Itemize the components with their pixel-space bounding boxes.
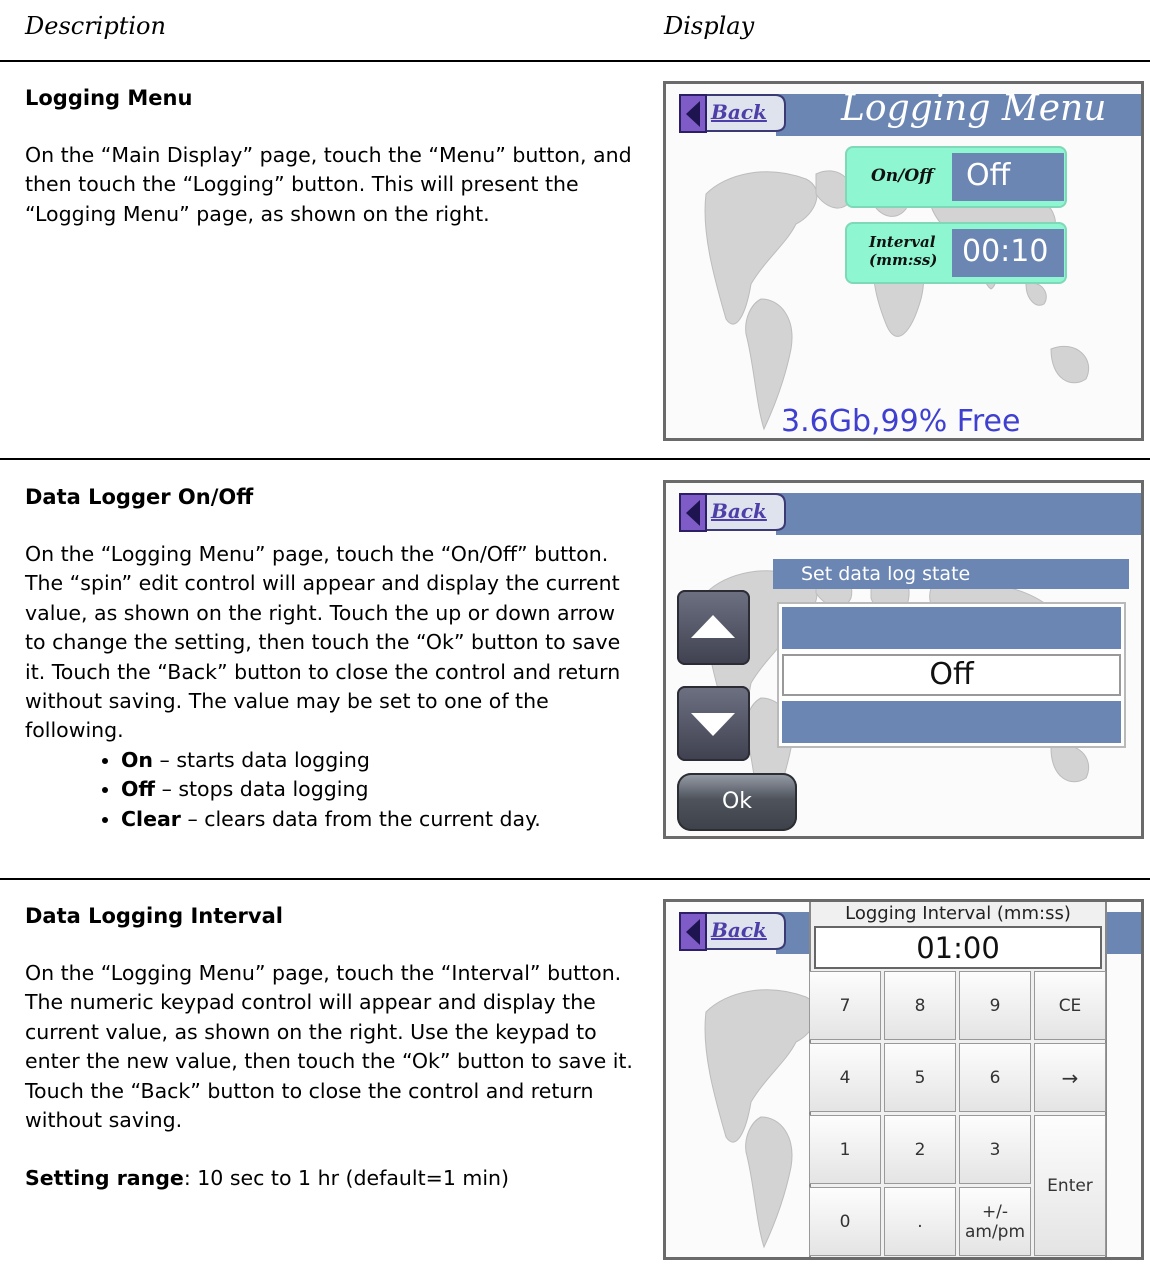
key-right-arrow[interactable]: → [1034,1043,1106,1112]
key-sign-label: +/- [981,1201,1009,1222]
title-bar [776,493,1141,535]
back-button[interactable]: Back [674,91,787,136]
list-item: Off – stops data logging [121,775,635,804]
key-9[interactable]: 9 [959,971,1031,1040]
option-text: – stops data logging [155,777,369,802]
section-title: Data Logging Interval [25,904,283,928]
back-button[interactable]: Back [674,490,787,535]
ok-button[interactable]: Ok [677,773,797,831]
up-arrow-button[interactable] [677,590,750,665]
display-column-header: Display [664,12,755,40]
option-term: Clear [121,806,181,831]
section-data-logging-interval: Data Logging Interval On the “Logging Me… [25,901,635,1194]
key-6[interactable]: 6 [959,1043,1031,1112]
back-label: Back [711,499,767,523]
section-data-logger-onoff: Data Logger On/Off On the “Logging Menu”… [25,482,635,834]
option-text: – clears data from the current day. [180,806,541,831]
up-arrow-icon [691,615,735,638]
key-ampm-label: am/pm [964,1221,1026,1242]
divider [0,878,1150,880]
key-5[interactable]: 5 [884,1043,956,1112]
key-4[interactable]: 4 [809,1043,881,1112]
key-sign-ampm[interactable]: +/- am/pm [959,1187,1031,1256]
list-item: Clear – clears data from the current day… [121,805,635,834]
storage-status: 3.6Gb,99% Free [781,404,1021,439]
back-label: Back [711,918,767,942]
keypad-value: 01:00 [814,926,1102,969]
key-3[interactable]: 3 [959,1115,1031,1184]
setting-range: Setting range: 10 sec to 1 hr (default=1… [25,1164,635,1193]
options-list: On – starts data logging Off – stops dat… [25,746,635,834]
spin-current-value[interactable]: Off [782,654,1121,696]
key-0[interactable]: 0 [809,1187,881,1256]
setting-range-label: Setting range [25,1166,184,1191]
section-paragraph: On the “Main Display” page, touch the “M… [25,143,632,226]
onoff-button[interactable]: On/Off Off [845,146,1067,208]
key-8[interactable]: 8 [884,971,956,1040]
onoff-caption: On/Off [871,166,934,186]
key-1[interactable]: 1 [809,1115,881,1184]
section-logging-menu: Logging Menu On the “Main Display” page,… [25,83,635,229]
onoff-spin-screenshot: Back Set data log state Off Ok [663,480,1144,839]
setting-range-value: : 10 sec to 1 hr (default=1 min) [183,1166,510,1191]
down-arrow-icon [691,713,735,736]
option-term: Off [121,777,156,802]
section-title: Logging Menu [25,86,193,110]
interval-keypad-screenshot: Back Logging Interval (mm:ss) 01:00 7 8 … [663,899,1144,1260]
option-term: On [121,747,154,772]
spin-item-next[interactable] [782,701,1121,743]
back-label: Back [711,100,767,124]
keypad-title: Logging Interval (mm:ss) [845,903,1071,924]
section-paragraph: On the “Logging Menu” page, touch the “I… [25,961,633,1133]
spin-prompt: Set data log state [773,559,1129,589]
divider [0,60,1150,62]
key-2[interactable]: 2 [884,1115,956,1184]
key-7[interactable]: 7 [809,971,881,1040]
key-enter[interactable]: Enter [1034,1115,1106,1256]
section-paragraph: On the “Logging Menu” page, touch the “O… [25,542,621,743]
onoff-value: Off [952,153,1064,201]
option-text: – starts data logging [153,747,370,772]
section-title: Data Logger On/Off [25,485,254,509]
spin-list: Off [777,602,1126,748]
interval-value: 00:10 [952,229,1064,277]
spin-item-previous[interactable] [782,607,1121,649]
page-title: Logging Menu [841,88,1107,129]
divider [0,458,1150,460]
key-decimal[interactable]: . [884,1187,956,1256]
key-clear-entry[interactable]: CE [1034,971,1106,1040]
list-item: On – starts data logging [121,746,635,775]
interval-caption: Interval [869,233,936,251]
interval-caption-units: (mm:ss) [869,251,938,269]
description-column-header: Description [25,12,166,40]
logging-menu-screenshot: Logging Menu Back On/Off Off Interval (m… [663,81,1144,441]
down-arrow-button[interactable] [677,686,750,761]
interval-button[interactable]: Interval (mm:ss) 00:10 [845,222,1067,284]
back-button[interactable]: Back [674,909,787,954]
